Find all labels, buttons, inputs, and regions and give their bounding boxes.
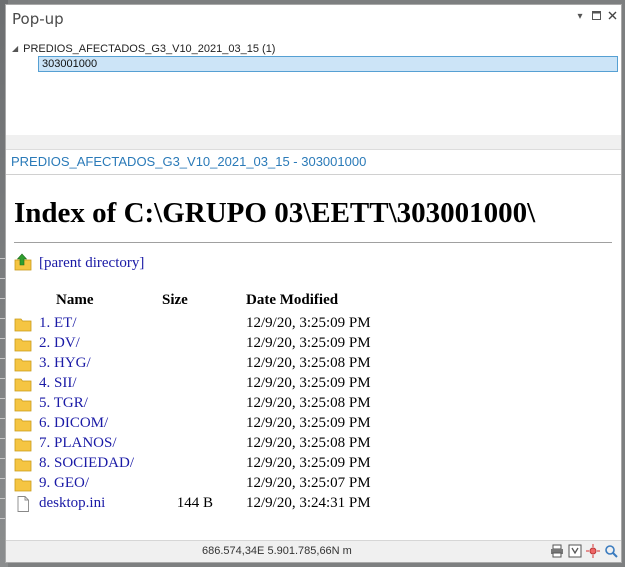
restore-icon[interactable] (590, 11, 602, 24)
directory-row: 9. GEO/ 12/9/20, 3:25:07 PM (14, 474, 574, 494)
directory-row: 1. ET/ 12/9/20, 3:25:09 PM (14, 314, 574, 334)
folder-icon (14, 358, 32, 372)
feature-title: PREDIOS_AFECTADOS_G3_V10_2021_03_15 - 30… (11, 154, 367, 169)
tree-feature-node-selected[interactable]: 303001000 (38, 56, 618, 72)
column-header-modified: Date Modified (246, 292, 339, 308)
coordinate-readout: 686.574,34E 5.901.785,66N m (202, 545, 352, 557)
pane-splitter[interactable] (6, 135, 621, 150)
entry-modified: 12/9/20, 3:24:31 PM (246, 495, 371, 511)
directory-row: 7. PLANOS/ 12/9/20, 3:25:08 PM (14, 434, 574, 454)
folder-icon (14, 458, 32, 472)
popup-window: Pop-up ▾ ◢ PREDIOS_AFECTADOS_G3_V10_2021_… (5, 4, 622, 563)
folder-icon (14, 378, 32, 392)
file-icon (17, 496, 29, 512)
folder-icon (14, 398, 32, 412)
entry-modified: 12/9/20, 3:25:09 PM (246, 415, 371, 431)
entry-link[interactable]: 7. PLANOS/ (39, 435, 117, 452)
folder-icon (14, 478, 32, 492)
popup-content: Index of C:\GRUPO 03\EETT\303001000\ [pa… (6, 174, 621, 541)
folder-icon (14, 418, 32, 432)
popup-title: Pop-up (12, 10, 64, 28)
entry-link[interactable]: 6. DICOM/ (39, 415, 108, 432)
directory-row: 8. SOCIEDAD/ 12/9/20, 3:25:09 PM (14, 454, 574, 474)
status-bar: 686.574,34E 5.901.785,66N m (6, 540, 621, 562)
entry-modified: 12/9/20, 3:25:09 PM (246, 315, 371, 331)
entry-link[interactable]: 2. DV/ (39, 335, 80, 352)
entry-modified: 12/9/20, 3:25:08 PM (246, 435, 371, 451)
parent-directory-label: [parent directory] (39, 255, 145, 271)
popup-titlebar[interactable]: Pop-up ▾ (6, 5, 621, 33)
directory-row: desktop.ini 144 B 12/9/20, 3:24:31 PM (14, 494, 574, 514)
entry-modified: 12/9/20, 3:25:09 PM (246, 375, 371, 391)
entry-modified: 12/9/20, 3:25:08 PM (246, 355, 371, 371)
directory-row: 5. TGR/ 12/9/20, 3:25:08 PM (14, 394, 574, 414)
folder-icon (14, 318, 32, 332)
entry-modified: 12/9/20, 3:25:09 PM (246, 335, 371, 351)
entry-size: 144 B (176, 495, 213, 511)
chevron-down-icon[interactable]: ▾ (574, 11, 586, 23)
close-icon[interactable] (606, 11, 618, 24)
folder-icon (14, 438, 32, 452)
entry-link[interactable]: 4. SII/ (39, 375, 77, 392)
zoom-to-icon[interactable] (604, 544, 618, 558)
entry-link[interactable]: 5. TGR/ (39, 395, 88, 412)
collapse-arrow-icon[interactable]: ◢ (12, 44, 18, 53)
divider (14, 242, 612, 243)
entry-modified: 12/9/20, 3:25:09 PM (246, 455, 371, 471)
directory-row: 2. DV/ 12/9/20, 3:25:09 PM (14, 334, 574, 354)
entry-modified: 12/9/20, 3:25:08 PM (246, 395, 371, 411)
flash-icon[interactable] (586, 544, 600, 558)
entry-link[interactable]: desktop.ini (39, 495, 105, 512)
directory-row: 6. DICOM/ 12/9/20, 3:25:09 PM (14, 414, 574, 434)
column-header-name: Name (56, 292, 94, 308)
entry-link[interactable]: 3. HYG/ (39, 355, 91, 372)
folder-icon (14, 338, 32, 352)
entry-link[interactable]: 8. SOCIEDAD/ (39, 455, 134, 472)
feature-tree: ◢ PREDIOS_AFECTADOS_G3_V10_2021_03_15 (1)… (6, 33, 621, 135)
tree-layer-label: PREDIOS_AFECTADOS_G3_V10_2021_03_15 (1) (23, 43, 276, 55)
entry-link[interactable]: 1. ET/ (39, 315, 77, 332)
column-header-size: Size (162, 292, 188, 308)
tree-layer-node[interactable]: ◢ PREDIOS_AFECTADOS_G3_V10_2021_03_15 (1) (12, 43, 275, 55)
export-icon[interactable] (568, 544, 582, 558)
up-arrow-folder-icon (14, 253, 32, 271)
directory-row: 3. HYG/ 12/9/20, 3:25:08 PM (14, 354, 574, 374)
directory-row: 4. SII/ 12/9/20, 3:25:09 PM (14, 374, 574, 394)
entry-modified: 12/9/20, 3:25:07 PM (246, 475, 371, 491)
directory-heading: Index of C:\GRUPO 03\EETT\303001000\ (14, 197, 536, 229)
print-icon[interactable] (550, 544, 564, 558)
entry-link[interactable]: 9. GEO/ (39, 475, 89, 492)
